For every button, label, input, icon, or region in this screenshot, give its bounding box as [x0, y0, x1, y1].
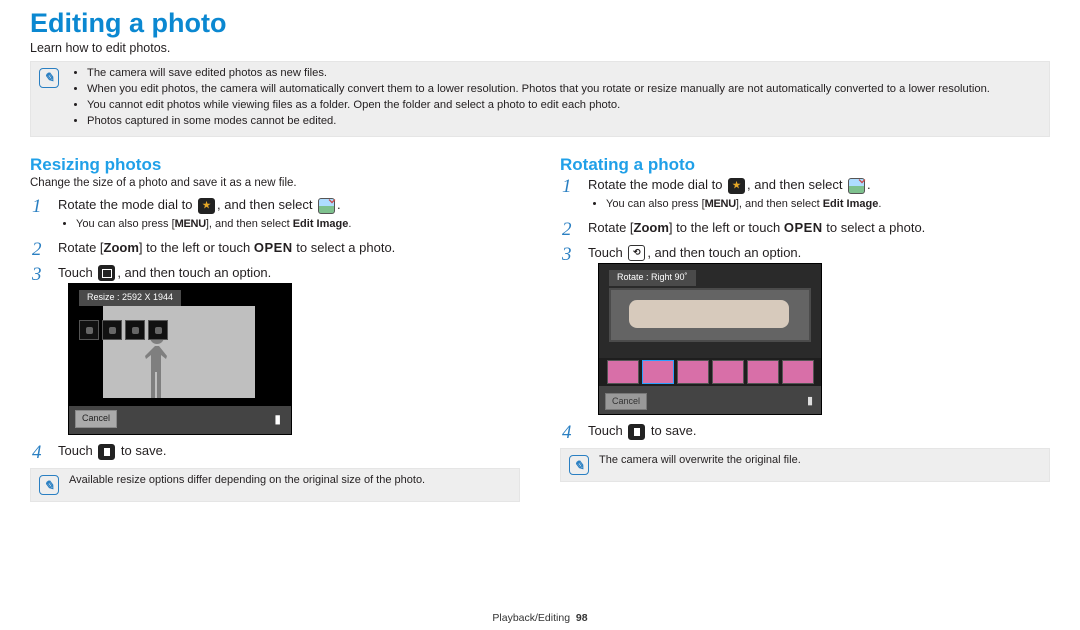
rotating-section: Rotating a photo Rotate the mode dial to…: [560, 151, 1050, 516]
resize-note-box: ✎ Available resize options differ depend…: [30, 468, 520, 502]
save-icon[interactable]: ▮: [274, 412, 281, 428]
rotate-screenshot: Rotate : Right 90˚ Cancel ▮: [598, 263, 822, 415]
silhouette-icon: [137, 330, 177, 398]
step-1-note: You can also press [MENU], and then sele…: [606, 197, 1050, 211]
cancel-button[interactable]: Cancel: [605, 393, 647, 411]
resizing-section: Resizing photos Change the size of a pho…: [30, 151, 520, 516]
save-icon[interactable]: ▮: [807, 394, 813, 408]
step-4: Touch to save.: [560, 423, 1050, 440]
info-icon: ✎: [39, 68, 59, 88]
screenshot-label: Rotate : Right 90˚: [609, 270, 696, 286]
step-1: Rotate the mode dial to ★, and then sele…: [560, 177, 1050, 211]
section-title: Resizing photos: [30, 155, 520, 175]
step-3: Touch , and then touch an option. Resize…: [30, 265, 520, 436]
top-info-list: The camera will save edited photos as ne…: [69, 66, 990, 130]
section-sub: Change the size of a photo and save it a…: [30, 177, 520, 189]
step-1-note: You can also press [MENU], and then sele…: [76, 217, 520, 231]
rotate-option-icon: [628, 245, 645, 261]
page-title: Editing a photo: [30, 8, 1050, 39]
top-info-box: ✎ The camera will save edited photos as …: [30, 61, 1050, 137]
select-photo-icon: [318, 198, 335, 214]
info-icon: ✎: [39, 475, 59, 495]
page-footer: Playback/Editing 98: [0, 612, 1080, 624]
select-photo-icon: [848, 178, 865, 194]
step-3: Touch , and then touch an option. Rotate…: [560, 245, 1050, 416]
cancel-button[interactable]: Cancel: [75, 410, 117, 428]
info-icon: ✎: [569, 455, 589, 475]
step-4: Touch to save.: [30, 443, 520, 460]
section-title: Rotating a photo: [560, 155, 1050, 175]
save-icon: [98, 444, 115, 460]
mode-dial-icon: ★: [198, 198, 215, 214]
info-item: Photos captured in some modes cannot be …: [87, 114, 990, 129]
resize-option-icon: [98, 265, 115, 281]
rotate-note-box: ✎ The camera will overwrite the original…: [560, 448, 1050, 482]
mode-dial-icon: ★: [728, 178, 745, 194]
info-item: When you edit photos, the camera will au…: [87, 82, 990, 97]
step-2: Rotate [Zoom] to the left or touch OPEN …: [560, 220, 1050, 237]
step-1: Rotate the mode dial to ★, and then sele…: [30, 197, 520, 231]
save-icon: [628, 424, 645, 440]
page-lead: Learn how to edit photos.: [30, 41, 1050, 55]
info-item: The camera will save edited photos as ne…: [87, 66, 990, 81]
step-2: Rotate [Zoom] to the left or touch OPEN …: [30, 240, 520, 257]
screenshot-label: Resize : 2592 X 1944: [79, 290, 181, 306]
thumb-strip: [599, 358, 821, 386]
rotate-note-text: The camera will overwrite the original f…: [599, 453, 801, 468]
resize-screenshot: Resize : 2592 X 1944 Cancel ▮: [68, 283, 292, 435]
info-item: You cannot edit photos while viewing fil…: [87, 98, 990, 113]
resize-note-text: Available resize options differ dependin…: [69, 473, 425, 488]
thumb-row: [79, 320, 281, 340]
